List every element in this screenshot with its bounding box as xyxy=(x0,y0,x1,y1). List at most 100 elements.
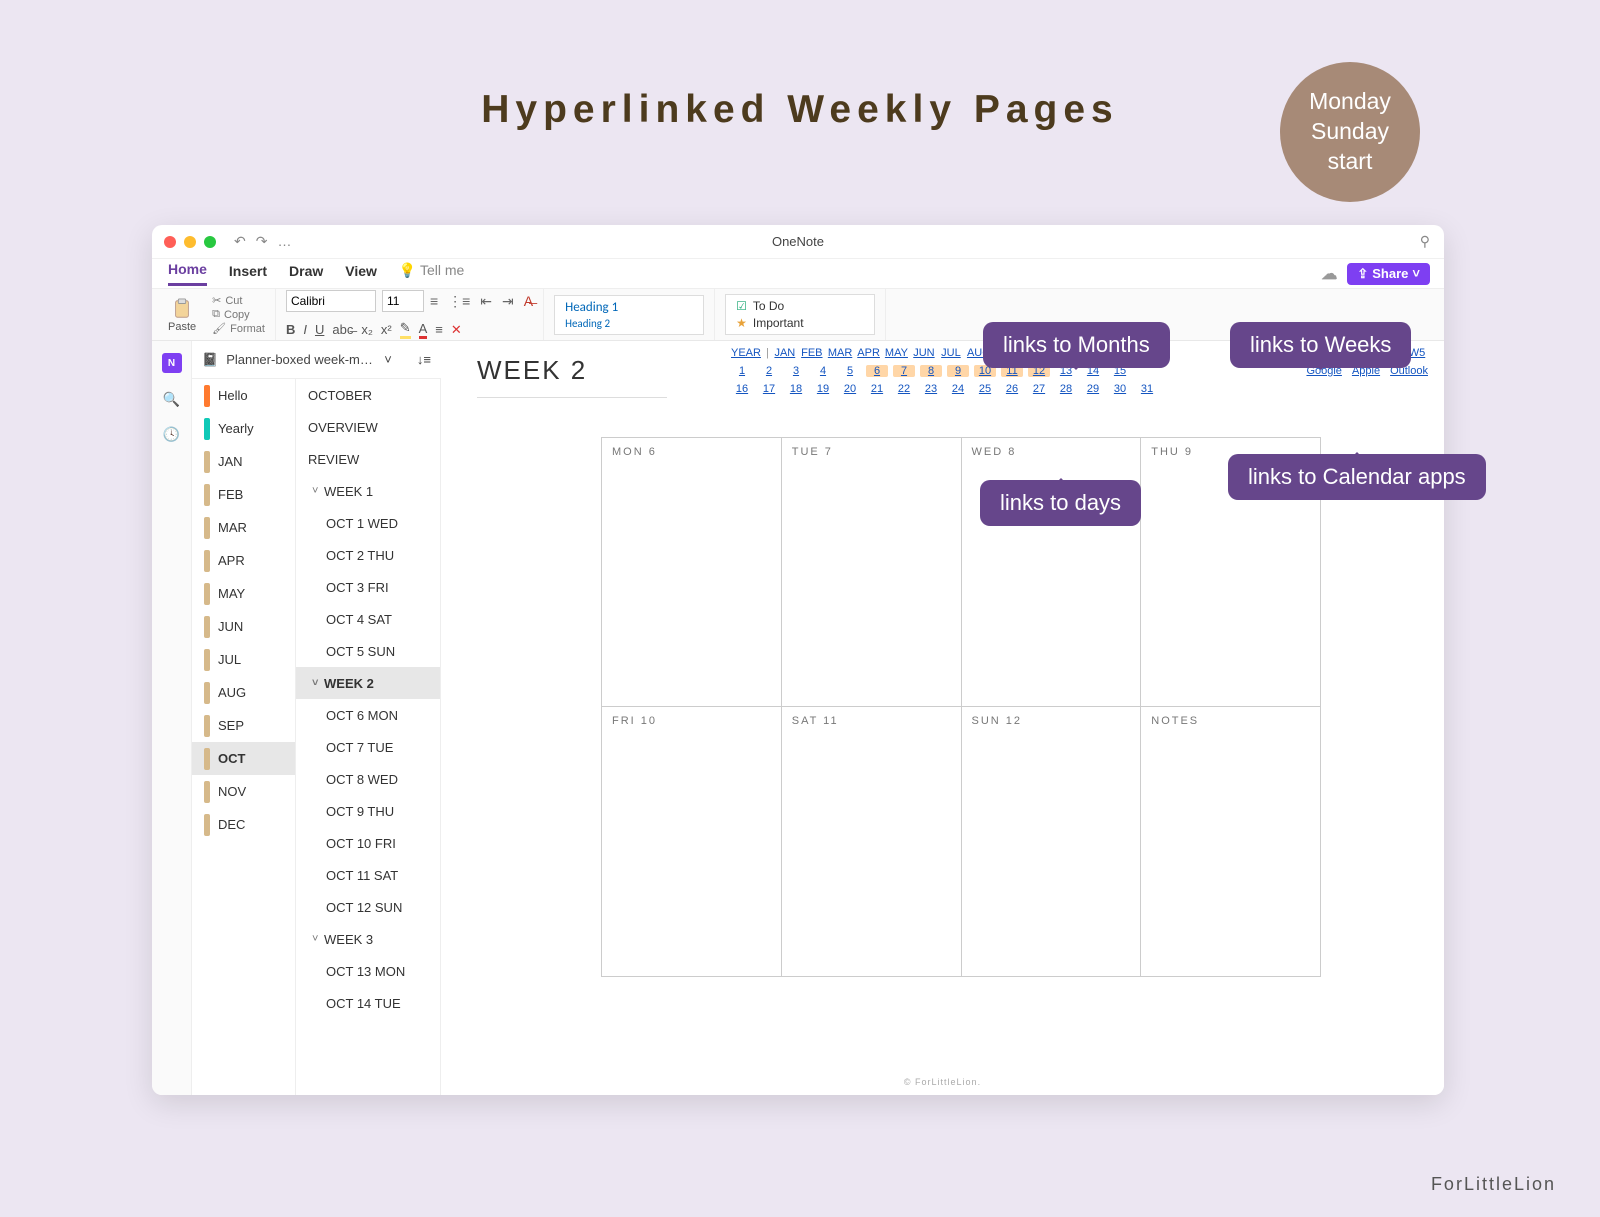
section-feb[interactable]: FEB xyxy=(192,478,295,511)
link-day-22[interactable]: 22 xyxy=(893,383,915,395)
page-item[interactable]: OCT 14 TUE xyxy=(296,987,440,1019)
link-day-5[interactable]: 5 xyxy=(839,365,861,377)
link-day-17[interactable]: 17 xyxy=(758,383,780,395)
section-jun[interactable]: JUN xyxy=(192,610,295,643)
tags-gallery[interactable]: ☑To Do ★Important xyxy=(725,294,875,335)
link-day-18[interactable]: 18 xyxy=(785,383,807,395)
link-month-may[interactable]: MAY xyxy=(885,347,908,359)
highlight-button[interactable]: ✎ xyxy=(400,320,411,339)
page-item[interactable]: OCT 5 SUN xyxy=(296,635,440,667)
link-day-24[interactable]: 24 xyxy=(947,383,969,395)
week-cell[interactable]: MON 6 xyxy=(602,438,782,706)
section-jan[interactable]: JAN xyxy=(192,445,295,478)
italic-button[interactable]: I xyxy=(303,322,307,337)
link-day-2[interactable]: 2 xyxy=(758,365,780,377)
page-item[interactable]: OCT 13 MON xyxy=(296,955,440,987)
section-sep[interactable]: SEP xyxy=(192,709,295,742)
page-item[interactable]: ˅WEEK 1 xyxy=(296,475,440,507)
copy-button[interactable]: ⧉Copy xyxy=(212,308,265,321)
link-day-29[interactable]: 29 xyxy=(1082,383,1104,395)
indent-icon[interactable]: ⇥ xyxy=(502,293,514,310)
week-cell[interactable]: NOTES xyxy=(1141,707,1320,976)
section-apr[interactable]: APR xyxy=(192,544,295,577)
tab-insert[interactable]: Insert xyxy=(229,263,267,285)
share-button[interactable]: ⇪ Share ˅ xyxy=(1347,263,1430,285)
page-item[interactable]: ˅WEEK 3 xyxy=(296,923,440,955)
page-item[interactable]: OCT 6 MON xyxy=(296,699,440,731)
page-item[interactable]: OCT 1 WED xyxy=(296,507,440,539)
delete-button[interactable]: ✕ xyxy=(451,322,462,338)
link-day-26[interactable]: 26 xyxy=(1001,383,1023,395)
page-item[interactable]: OCT 3 FRI xyxy=(296,571,440,603)
paste-button[interactable]: Paste xyxy=(162,295,202,335)
page-item[interactable]: OCT 8 WED xyxy=(296,763,440,795)
link-day-19[interactable]: 19 xyxy=(812,383,834,395)
font-family-select[interactable] xyxy=(286,290,376,312)
link-day-21[interactable]: 21 xyxy=(866,383,888,395)
page-item[interactable]: OCT 2 THU xyxy=(296,539,440,571)
link-month-jul[interactable]: JUL xyxy=(940,347,962,359)
link-month-jan[interactable]: JAN xyxy=(774,347,796,359)
page-item[interactable]: OCT 11 SAT xyxy=(296,859,440,891)
link-day-8[interactable]: 8 xyxy=(920,365,942,377)
link-day-7[interactable]: 7 xyxy=(893,365,915,377)
align-button[interactable]: ≡ xyxy=(435,322,443,337)
recent-icon[interactable]: 🕓 xyxy=(163,426,180,443)
page-item[interactable]: OCT 7 TUE xyxy=(296,731,440,763)
superscript-button[interactable]: x² xyxy=(381,322,392,337)
tell-me[interactable]: 💡 Tell me xyxy=(399,262,464,285)
tab-draw[interactable]: Draw xyxy=(289,263,323,285)
redo-icon[interactable]: ↷ xyxy=(256,233,268,250)
bold-button[interactable]: B xyxy=(286,322,295,337)
week-cell[interactable]: SAT 11 xyxy=(782,707,962,976)
sort-icon[interactable]: ↓≡ xyxy=(417,352,431,367)
subscript-button[interactable]: x₂ xyxy=(361,322,373,337)
link-day-3[interactable]: 3 xyxy=(785,365,807,377)
zoom-traffic-icon[interactable] xyxy=(204,236,216,248)
section-hello[interactable]: Hello xyxy=(192,379,295,412)
link-day-28[interactable]: 28 xyxy=(1055,383,1077,395)
week-cell[interactable]: SUN 12 xyxy=(962,707,1142,976)
search-icon[interactable]: 🔍 xyxy=(163,391,180,408)
section-may[interactable]: MAY xyxy=(192,577,295,610)
section-oct[interactable]: OCT xyxy=(192,742,295,775)
format-painter-button[interactable]: 🖌Format xyxy=(212,322,265,335)
page-item[interactable]: ˅WEEK 2 xyxy=(296,667,440,699)
outdent-icon[interactable]: ⇤ xyxy=(480,293,492,310)
link-day-31[interactable]: 31 xyxy=(1136,383,1158,395)
link-day-25[interactable]: 25 xyxy=(974,383,996,395)
section-yearly[interactable]: Yearly xyxy=(192,412,295,445)
week-cell[interactable]: FRI 10 xyxy=(602,707,782,976)
section-mar[interactable]: MAR xyxy=(192,511,295,544)
close-traffic-icon[interactable] xyxy=(164,236,176,248)
strike-button[interactable]: abc̶ xyxy=(332,322,353,337)
link-day-9[interactable]: 9 xyxy=(947,365,969,377)
cut-button[interactable]: ✂Cut xyxy=(212,294,265,307)
link-month-year[interactable]: YEAR xyxy=(731,347,761,359)
underline-button[interactable]: U xyxy=(315,322,324,337)
link-day-27[interactable]: 27 xyxy=(1028,383,1050,395)
link-day-23[interactable]: 23 xyxy=(920,383,942,395)
page-item[interactable]: OCT 4 SAT xyxy=(296,603,440,635)
link-day-20[interactable]: 20 xyxy=(839,383,861,395)
font-color-button[interactable]: A xyxy=(419,321,428,339)
link-day-4[interactable]: 4 xyxy=(812,365,834,377)
page-item[interactable]: OCT 10 FRI xyxy=(296,827,440,859)
clear-format-icon[interactable]: A̶ xyxy=(524,293,533,310)
tab-home[interactable]: Home xyxy=(168,261,207,286)
link-day-16[interactable]: 16 xyxy=(731,383,753,395)
link-month-mar[interactable]: MAR xyxy=(828,347,852,359)
link-day-30[interactable]: 30 xyxy=(1109,383,1131,395)
notebook-name[interactable]: Planner-boxed week-md... xyxy=(226,352,376,367)
link-month-feb[interactable]: FEB xyxy=(801,347,823,359)
link-day-1[interactable]: 1 xyxy=(731,365,753,377)
page-item[interactable]: OCT 12 SUN xyxy=(296,891,440,923)
undo-icon[interactable]: ↶ xyxy=(234,233,246,250)
page-item[interactable]: OCTOBER xyxy=(296,379,440,411)
page-item[interactable]: OVERVIEW xyxy=(296,411,440,443)
section-aug[interactable]: AUG xyxy=(192,676,295,709)
link-month-apr[interactable]: APR xyxy=(857,347,880,359)
week-cell[interactable]: TUE 7 xyxy=(782,438,962,706)
section-nov[interactable]: NOV xyxy=(192,775,295,808)
overflow-icon[interactable]: … xyxy=(277,233,291,250)
